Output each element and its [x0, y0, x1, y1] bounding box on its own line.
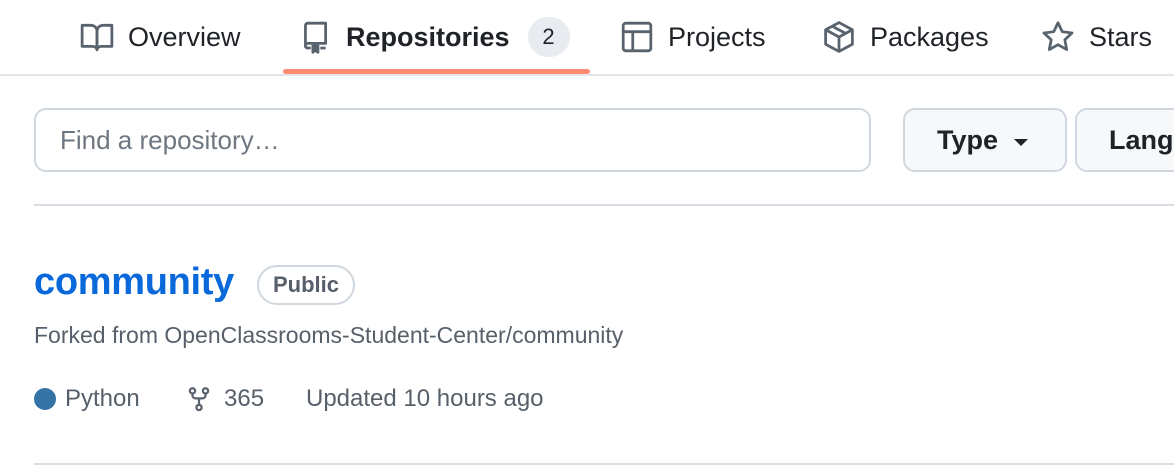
forked-from-link[interactable]: OpenClassrooms-Student-Center/community: [164, 322, 623, 348]
tab-repositories-label: Repositories: [346, 21, 510, 52]
repo-updated: Updated 10 hours ago: [306, 384, 544, 414]
repo-language: Python: [34, 384, 140, 414]
tab-overview[interactable]: Overview: [80, 0, 241, 74]
repo-forks-count: 365: [224, 385, 265, 412]
repositories-count-badge: 2: [527, 17, 570, 57]
forked-from-line: Forked from OpenClassrooms-Student-Cente…: [34, 322, 623, 349]
repo-language-label: Python: [65, 385, 140, 412]
language-filter-button[interactable]: Language: [1075, 108, 1174, 172]
package-icon: [822, 20, 856, 54]
profile-tabnav: Overview Repositories 2 Projects Package…: [0, 0, 1174, 76]
type-filter-button[interactable]: Type: [903, 108, 1067, 172]
tab-packages-label: Packages: [870, 21, 989, 52]
star-icon: [1041, 20, 1075, 54]
table-icon: [620, 20, 654, 54]
forked-from-prefix: Forked from: [34, 322, 165, 348]
repo-list-divider: [34, 463, 1174, 465]
language-filter-label: Language: [1109, 124, 1174, 155]
tab-stars[interactable]: Stars: [1041, 0, 1152, 74]
caret-down-icon: [1014, 138, 1029, 146]
find-repository-input[interactable]: [34, 108, 871, 172]
tab-stars-label: Stars: [1089, 21, 1153, 52]
visibility-badge: Public: [257, 265, 356, 305]
book-icon: [80, 20, 114, 54]
type-filter-label: Type: [937, 124, 999, 155]
repo-forks-link[interactable]: 365: [186, 384, 264, 414]
selected-tab-underline: [283, 69, 590, 74]
filter-divider: [34, 204, 1174, 206]
repo-icon: [298, 20, 332, 54]
tab-repositories[interactable]: Repositories 2: [298, 0, 570, 74]
repo-updated-text: Updated 10 hours ago: [306, 385, 544, 412]
tab-projects[interactable]: Projects: [620, 0, 766, 74]
tab-projects-label: Projects: [668, 21, 766, 52]
fork-icon: [186, 385, 212, 413]
tab-overview-label: Overview: [128, 21, 241, 52]
repo-name-link[interactable]: community: [34, 261, 234, 304]
tab-packages[interactable]: Packages: [822, 0, 989, 74]
language-color-dot: [34, 388, 56, 410]
